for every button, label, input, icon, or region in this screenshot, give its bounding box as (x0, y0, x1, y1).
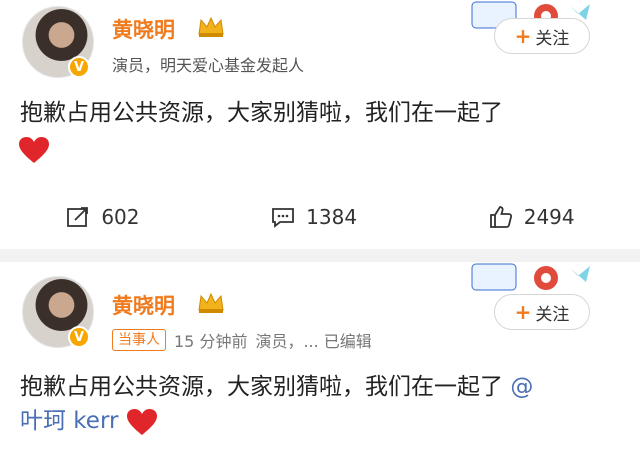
action-bar: 602 1384 2494 (0, 200, 640, 234)
follow-label: 关注 (535, 304, 570, 325)
like-button[interactable]: 2494 (488, 205, 575, 229)
v-badge-icon: V (68, 56, 90, 78)
post-body: 抱歉占用公共资源，大家别猜啦，我们在一起了 (20, 374, 503, 400)
crown-icon (196, 290, 226, 314)
post-meta: 当事人 15 分钟前 演员，... 已编辑 (112, 328, 372, 352)
post-card: V 黄晓明 演员，明天爱心基金发起人 + 关注 抱歉占用公共资源，大家别猜啦，我… (0, 0, 640, 249)
user-description: 演员，明天爱心基金发起人 (112, 56, 305, 75)
like-count: 2494 (523, 205, 575, 229)
repost-icon (67, 207, 89, 227)
post-text: 抱歉占用公共资源，大家别猜啦，我们在一起了 (20, 100, 503, 126)
crown-icon (196, 14, 226, 38)
plus-icon: + (514, 24, 532, 48)
follow-button[interactable]: + 关注 (494, 294, 590, 330)
user-description: 演员，... 已编辑 (255, 332, 372, 351)
post-time: 15 分钟前 (174, 332, 248, 351)
event-sticker-icon (470, 262, 600, 294)
follow-label: 关注 (535, 28, 570, 49)
repost-count: 602 (101, 205, 140, 229)
heart-emoji-icon (126, 408, 158, 436)
comment-button[interactable]: 1384 (270, 205, 357, 229)
repost-button[interactable]: 602 (65, 205, 140, 229)
comment-count: 1384 (306, 205, 358, 229)
post-card: V 黄晓明 当事人 15 分钟前 演员，... 已编辑 + 关注 抱歉占用公共资… (0, 262, 640, 451)
follow-button[interactable]: + 关注 (494, 18, 590, 54)
mention-symbol[interactable]: @ (510, 374, 533, 400)
comment-icon (272, 208, 295, 228)
plus-icon: + (514, 300, 532, 324)
like-icon (489, 206, 512, 228)
username[interactable]: 黄晓明 (112, 290, 175, 320)
post-text: 抱歉占用公共资源，大家别猜啦，我们在一起了 @ 叶珂 kerr (20, 370, 620, 438)
username[interactable]: 黄晓明 (112, 14, 175, 44)
v-badge-icon: V (68, 326, 90, 348)
status-badge: 当事人 (112, 329, 166, 351)
heart-emoji-icon (18, 136, 50, 164)
mention-link[interactable]: 叶珂 kerr (20, 408, 118, 434)
